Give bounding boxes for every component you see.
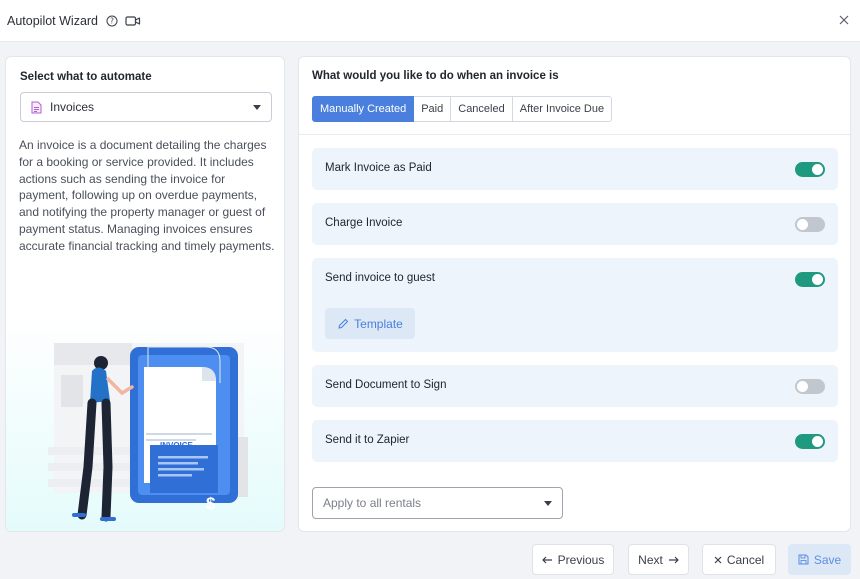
chevron-down-icon	[544, 500, 552, 506]
action-label: Charge Invoice	[325, 217, 403, 229]
tab-manually-created[interactable]: Manually Created	[312, 96, 415, 122]
video-camera-icon[interactable]	[125, 15, 141, 27]
invoice-illustration: INVOICE $	[6, 317, 284, 531]
action-send-document-sign: Send Document to Sign	[312, 365, 838, 407]
automation-actions-panel: What would you like to do when an invoic…	[298, 56, 851, 532]
close-icon	[839, 15, 849, 25]
send-document-sign-toggle[interactable]	[795, 379, 825, 394]
automation-type-select[interactable]: Invoices	[20, 92, 272, 122]
tab-after-invoice-due[interactable]: After Invoice Due	[512, 96, 613, 122]
svg-text:?: ?	[110, 16, 114, 25]
rentals-select[interactable]: Apply to all rentals	[312, 487, 563, 519]
mark-invoice-paid-toggle[interactable]	[795, 162, 825, 177]
action-label: Mark Invoice as Paid	[325, 162, 432, 174]
action-label: Send it to Zapier	[325, 434, 410, 446]
cancel-button[interactable]: Cancel	[702, 544, 776, 575]
automate-label: Select what to automate	[20, 71, 152, 83]
tab-paid[interactable]: Paid	[414, 96, 452, 122]
send-zapier-toggle[interactable]	[795, 434, 825, 449]
window-title: Autopilot Wizard	[7, 13, 99, 28]
automation-description: An invoice is a document detailing the c…	[19, 138, 275, 253]
section-divider	[299, 134, 850, 135]
illustration-dollar-text: $	[206, 494, 216, 513]
template-button-label: Template	[354, 316, 403, 331]
automation-type-value: Invoices	[50, 100, 95, 114]
next-button[interactable]: Next	[628, 544, 689, 575]
title-bar: Autopilot Wizard ?	[0, 0, 860, 42]
chevron-down-icon	[253, 104, 261, 110]
close-button[interactable]	[834, 10, 854, 30]
action-label: Send invoice to guest	[325, 272, 435, 284]
action-send-invoice-guest: Send invoice to guest Template	[312, 258, 838, 352]
action-charge-invoice: Charge Invoice	[312, 203, 838, 245]
help-circle-icon[interactable]: ?	[106, 15, 118, 27]
previous-button-label: Previous	[557, 552, 605, 567]
floppy-disk-icon	[798, 554, 809, 565]
save-button[interactable]: Save	[788, 544, 851, 575]
action-label: Send Document to Sign	[325, 379, 447, 391]
rentals-select-value: Apply to all rentals	[323, 496, 422, 510]
action-mark-invoice-paid: Mark Invoice as Paid	[312, 148, 838, 190]
send-invoice-guest-toggle[interactable]	[795, 272, 825, 287]
template-button[interactable]: Template	[325, 308, 415, 339]
close-icon	[714, 556, 722, 564]
next-button-label: Next	[638, 552, 663, 567]
charge-invoice-toggle[interactable]	[795, 217, 825, 232]
trigger-tabs: Manually Created Paid Canceled After Inv…	[312, 96, 613, 122]
pencil-icon	[338, 318, 349, 329]
illustration-invoice-text: INVOICE	[160, 441, 194, 450]
trigger-question: What would you like to do when an invoic…	[312, 70, 559, 82]
arrow-left-icon	[541, 556, 553, 564]
action-send-zapier: Send it to Zapier	[312, 420, 838, 462]
arrow-right-icon	[668, 556, 679, 564]
save-button-label: Save	[813, 552, 842, 567]
document-icon	[31, 101, 42, 113]
cancel-button-label: Cancel	[726, 552, 765, 567]
previous-button[interactable]: Previous	[532, 544, 614, 575]
automation-type-panel: Select what to automate Invoices An invo…	[5, 56, 285, 532]
tab-canceled[interactable]: Canceled	[451, 96, 513, 122]
